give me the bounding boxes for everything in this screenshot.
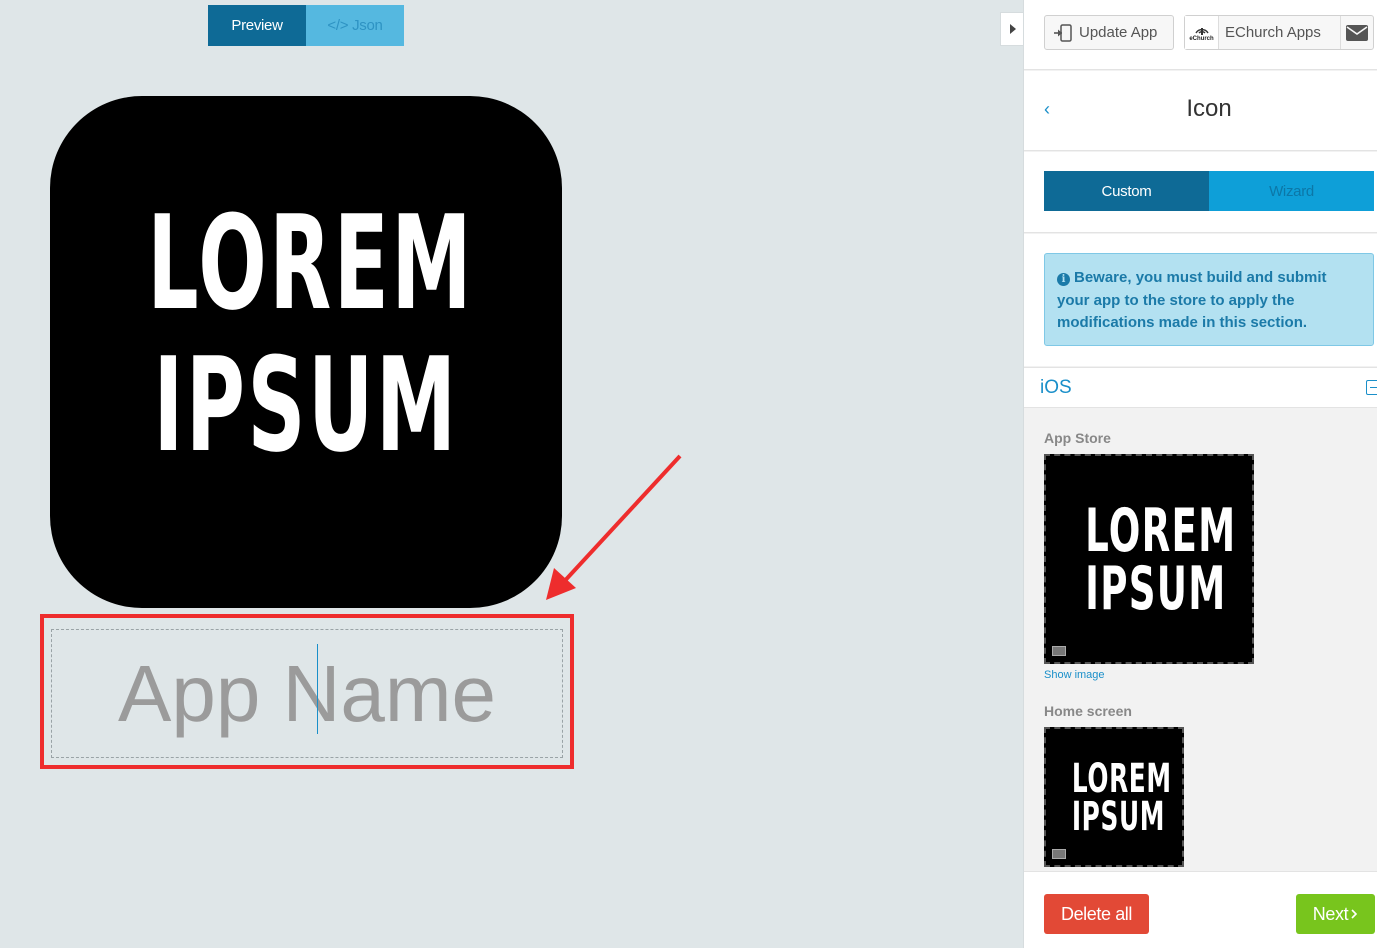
view-toggle: Preview </> Json [208, 5, 404, 46]
app-name-label: EChurch Apps [1225, 24, 1321, 41]
ios-label: iOS [1040, 377, 1072, 398]
preview-tab[interactable]: Preview [208, 5, 306, 46]
icon-text-line2: IPSUM [153, 329, 459, 481]
side-panel: Update App eChurch EChurch Apps ‹ Icon C… [1023, 0, 1377, 948]
image-icon [1052, 849, 1066, 859]
caret-right-icon [1010, 24, 1016, 34]
tab-wizard[interactable]: Wizard [1209, 171, 1374, 211]
update-app-label: Update App [1079, 24, 1158, 41]
text-cursor [317, 644, 318, 734]
warning-section: i Beware, you must build and submit your … [1024, 234, 1377, 366]
home-thumb-text-line2: IPSUM [1071, 794, 1166, 840]
ios-section-header[interactable]: iOS [1024, 367, 1377, 408]
tab-custom[interactable]: Custom [1044, 171, 1209, 211]
next-button[interactable]: Next [1296, 894, 1375, 934]
info-icon: i [1057, 273, 1070, 286]
home-screen-label: Home screen [1044, 703, 1132, 719]
delete-all-button[interactable]: Delete all [1044, 894, 1149, 934]
app-name-highlight [40, 614, 574, 769]
icon-text-line1: LOREM [147, 187, 475, 339]
collapse-icon[interactable] [1366, 380, 1377, 395]
collapse-panel-button[interactable] [1000, 12, 1025, 46]
app-store-label: App Store [1044, 430, 1111, 446]
chevron-right-icon [1351, 909, 1358, 919]
warning-text: Beware, you must build and submit your a… [1057, 269, 1327, 331]
json-tab[interactable]: </> Json [306, 5, 404, 46]
app-logo-text: eChurch [1189, 36, 1214, 42]
panel-footer: Delete all Next [1024, 871, 1377, 948]
envelope-icon [1346, 24, 1368, 41]
mode-tabs: Custom Wizard [1024, 152, 1377, 233]
image-icon [1052, 646, 1066, 656]
next-label: Next [1312, 903, 1349, 924]
show-image-link[interactable]: Show image [1044, 669, 1105, 681]
app-selector[interactable]: eChurch EChurch Apps [1184, 15, 1374, 50]
panel-toolbar: Update App eChurch EChurch Apps [1024, 0, 1377, 70]
app-icon-preview: LOREM IPSUM [50, 96, 562, 608]
mail-button[interactable] [1340, 16, 1373, 49]
app-name-input[interactable] [52, 630, 562, 757]
thumb-text-line2: IPSUM [1085, 554, 1227, 624]
panel-header: ‹ Icon [1024, 71, 1377, 151]
app-store-icon-upload[interactable]: LOREM IPSUM [1044, 454, 1254, 664]
broadcast-icon [1194, 28, 1209, 35]
app-name-field [51, 629, 563, 758]
update-app-button[interactable]: Update App [1044, 15, 1174, 50]
page-title: Icon [1186, 95, 1232, 122]
update-icon [1054, 23, 1072, 42]
warning-alert: i Beware, you must build and submit your … [1044, 253, 1374, 346]
home-screen-icon-upload[interactable]: LOREM IPSUM [1044, 727, 1184, 867]
annotation-arrow [546, 454, 682, 600]
app-logo: eChurch [1185, 16, 1219, 49]
